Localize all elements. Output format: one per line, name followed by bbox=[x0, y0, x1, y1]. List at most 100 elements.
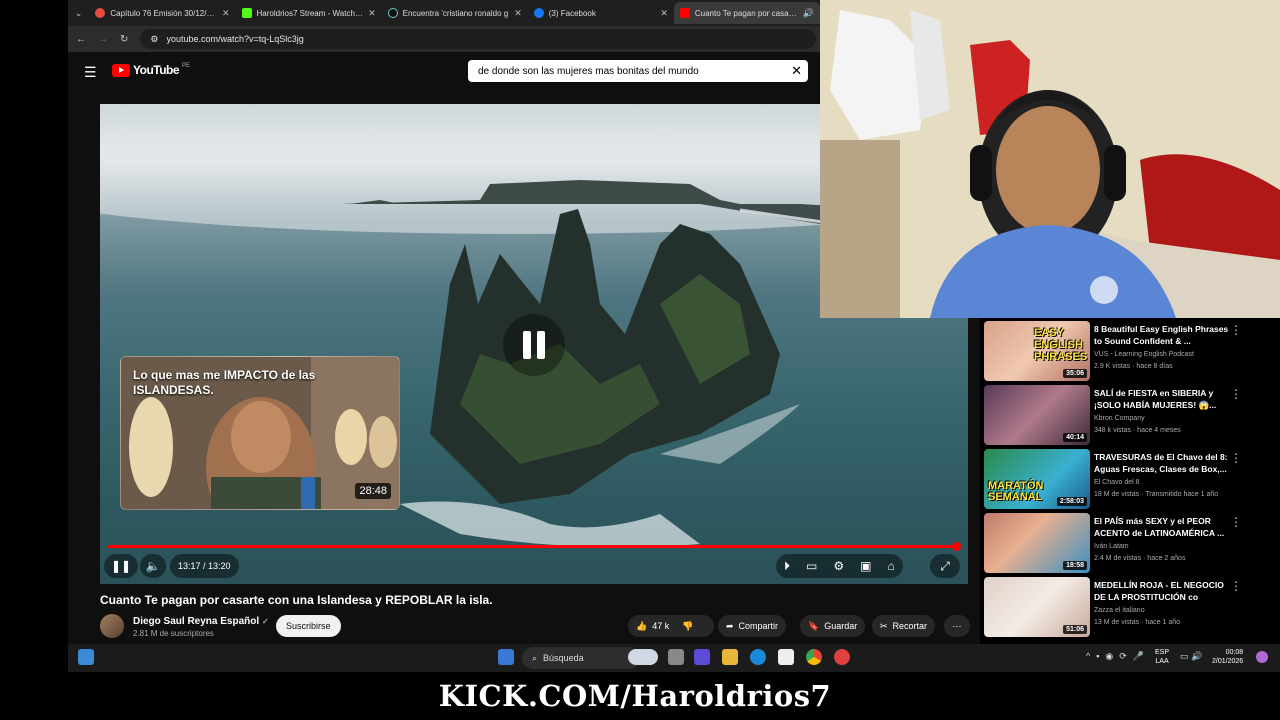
notification-icon[interactable] bbox=[1256, 651, 1268, 663]
tab-title: Haroldrios7 Stream - Watch Li bbox=[256, 8, 364, 18]
more-vertical-icon[interactable]: ⋮ bbox=[1230, 387, 1242, 401]
red-circle-icon bbox=[95, 8, 106, 18]
audio-icon[interactable]: 🔊 bbox=[803, 8, 814, 19]
browser-tab-active[interactable]: Cuanto Te pagan por casarte 🔊 bbox=[673, 2, 820, 24]
video-duration: 18:58 bbox=[1063, 561, 1087, 570]
taskbar-search-label: Búsqueda bbox=[543, 653, 584, 663]
forward-icon[interactable]: → bbox=[98, 34, 108, 45]
system-tray-icons[interactable]: ^▪◉⟳🎤 bbox=[1086, 651, 1150, 662]
network-volume-icons[interactable]: ▭ 🔊 bbox=[1180, 651, 1202, 662]
close-icon[interactable]: ✕ bbox=[368, 8, 376, 19]
recommendation-thumbnail[interactable]: 51:06 bbox=[984, 577, 1090, 637]
miniplayer-icon[interactable]: ▣ bbox=[860, 559, 871, 573]
browser-tab[interactable]: Capítulo 76 Emisión 30/12/202 ✕ bbox=[89, 2, 235, 24]
recommendation-thumbnail[interactable]: 18:58 bbox=[984, 513, 1090, 573]
youtube-logo[interactable]: YouTube PE bbox=[112, 63, 190, 77]
autoplay-toggle-icon[interactable]: ⏵ bbox=[784, 559, 790, 574]
pause-overlay-icon[interactable] bbox=[503, 314, 565, 376]
file-explorer-icon[interactable] bbox=[722, 649, 738, 665]
browser-address-bar: ← → ↻ ⚙ youtube.com/watch?v=tq-LqSlc3jg bbox=[68, 26, 820, 52]
like-button[interactable]: 👍 47 k bbox=[636, 621, 669, 632]
browser-tab[interactable]: (3) Facebook ✕ bbox=[528, 2, 674, 24]
recommendation-item[interactable]: 40:14 SALÍ de FIESTA en SIBERIA y ¡SOLO … bbox=[984, 385, 1280, 447]
kick-icon bbox=[241, 8, 252, 18]
close-icon[interactable]: ✕ bbox=[514, 8, 522, 19]
teams-icon[interactable] bbox=[694, 649, 710, 665]
more-vertical-icon[interactable]: ⋮ bbox=[1230, 451, 1242, 465]
share-button[interactable]: ➦ Compartir bbox=[718, 615, 787, 637]
clock[interactable]: 00:08 2/01/2026 bbox=[1212, 648, 1243, 666]
browser-tab-bar: ⌄ Capítulo 76 Emisión 30/12/202 ✕ Harold… bbox=[68, 0, 820, 26]
more-dots-icon: ⋯ bbox=[952, 620, 962, 631]
recommendation-item[interactable]: EASY ENGLISH PHRASES 35:06 8 Beautiful E… bbox=[984, 321, 1280, 383]
browser-tab[interactable]: Haroldrios7 Stream - Watch Li ✕ bbox=[236, 2, 382, 24]
dislike-button[interactable]: 👎 bbox=[682, 621, 693, 632]
verified-check-icon: ✓ bbox=[261, 617, 269, 626]
save-button[interactable]: 🔖 Guardar bbox=[800, 615, 866, 637]
reload-icon[interactable]: ↻ bbox=[120, 34, 128, 45]
more-vertical-icon[interactable]: ⋮ bbox=[1230, 323, 1242, 337]
clip-label: Recortar bbox=[892, 621, 928, 631]
chrome-icon[interactable] bbox=[806, 649, 822, 665]
store-icon[interactable] bbox=[778, 649, 794, 665]
channel-name[interactable]: Diego Saul Reyna Español ✓ bbox=[133, 616, 269, 627]
subscriber-count: 2.81 M de suscriptores bbox=[133, 629, 214, 638]
recommendation-meta: 2.4 M de vistas · hace 2 años bbox=[1094, 555, 1186, 562]
recommendation-thumbnail[interactable]: MARATÓN SEMANAL 2:58:03 bbox=[984, 449, 1090, 509]
windows-start-icon[interactable] bbox=[498, 649, 514, 665]
like-count: 47 k bbox=[652, 621, 670, 631]
youtube-icon bbox=[679, 8, 690, 18]
youtube-logo-text: YouTube bbox=[133, 63, 180, 77]
video-duration: 35:06 bbox=[1063, 369, 1087, 378]
search-input[interactable]: de donde son las mujeres mas bonitas del… bbox=[468, 60, 808, 82]
hamburger-menu-icon[interactable]: ☰ bbox=[84, 64, 97, 81]
lang-top: ESP bbox=[1155, 649, 1170, 656]
recommendation-channel: Zazza el italiano bbox=[1094, 607, 1145, 614]
recommendation-title: SALÍ de FIESTA en SIBERIA y ¡SOLO HABÍA … bbox=[1094, 388, 1217, 410]
recommendation-title: MEDELLÍN ROJA - EL NEGOCIO DE LA PROSTIT… bbox=[1094, 580, 1224, 602]
tab-title: Encuentra 'cristiano ronaldo g bbox=[402, 8, 509, 18]
thumbs-down-icon: 👎 bbox=[682, 620, 694, 631]
recommendation-thumbnail[interactable]: EASY ENGLISH PHRASES 35:06 bbox=[984, 321, 1090, 381]
browser-tab[interactable]: Encuentra 'cristiano ronaldo g ✕ bbox=[382, 2, 528, 24]
weather-icon[interactable] bbox=[628, 649, 658, 665]
cast-icon[interactable]: ⌂ bbox=[887, 559, 894, 573]
app-icon[interactable] bbox=[834, 649, 850, 665]
tab-search-chevron-icon[interactable]: ⌄ bbox=[68, 8, 89, 19]
fullscreen-button[interactable]: ⤢ bbox=[930, 554, 960, 578]
close-icon[interactable]: ✕ bbox=[791, 63, 802, 79]
like-dislike-group: 👍 47 k 👎 bbox=[628, 615, 714, 637]
volume-button[interactable]: 🔈 bbox=[140, 554, 166, 578]
site-info-icon[interactable]: ⚙ bbox=[150, 34, 158, 45]
recommendation-item[interactable]: MARATÓN SEMANAL 2:58:03 TRAVESURAS de El… bbox=[984, 449, 1280, 511]
url-field[interactable]: ⚙ youtube.com/watch?v=tq-LqSlc3jg bbox=[140, 29, 816, 49]
subtitles-icon[interactable]: ▭ bbox=[806, 559, 817, 573]
language-indicator[interactable]: ESP LAA bbox=[1155, 648, 1169, 666]
clip-button[interactable]: ✂ Recortar bbox=[872, 615, 936, 637]
volume-icon: 🔈 bbox=[145, 559, 161, 573]
more-vertical-icon[interactable]: ⋮ bbox=[1230, 515, 1242, 529]
settings-gear-icon[interactable]: ⚙ bbox=[833, 559, 844, 573]
more-vertical-icon[interactable]: ⋮ bbox=[1230, 579, 1242, 593]
back-icon[interactable]: ← bbox=[76, 34, 86, 45]
close-icon[interactable]: ✕ bbox=[660, 8, 668, 19]
progress-bar[interactable] bbox=[108, 542, 962, 551]
subscribe-button[interactable]: Suscribirse bbox=[276, 615, 341, 637]
clock-time: 00:08 bbox=[1225, 649, 1244, 656]
tab-title: Capítulo 76 Emisión 30/12/202 bbox=[110, 8, 217, 18]
close-icon[interactable]: ✕ bbox=[222, 8, 230, 19]
recommendation-thumbnail[interactable]: 40:14 bbox=[984, 385, 1090, 445]
recommendation-title: TRAVESURAS de El Chavo del 8: Aguas Fres… bbox=[1094, 452, 1228, 474]
task-view-icon[interactable] bbox=[668, 649, 684, 665]
search-icon: ⌕ bbox=[532, 652, 538, 663]
recommendation-item[interactable]: 18:58 El PAÍS más SEXY y el PEOR ACENTO … bbox=[984, 513, 1280, 575]
recommendation-item[interactable]: 51:06 MEDELLÍN ROJA - EL NEGOCIO DE LA P… bbox=[984, 577, 1280, 639]
more-actions-button[interactable]: ⋯ bbox=[944, 615, 970, 637]
taskbar-search[interactable]: ⌕ Búsqueda bbox=[522, 647, 640, 669]
endcard-video[interactable]: Lo que mas me IMPACTO de las ISLANDESAS.… bbox=[120, 356, 400, 510]
widgets-icon[interactable] bbox=[78, 649, 94, 665]
channel-avatar[interactable] bbox=[100, 614, 124, 638]
edge-icon[interactable] bbox=[750, 649, 766, 665]
right-controls: ⏵ ▭ ⚙ ▣ ⌂ bbox=[776, 554, 903, 578]
pause-button[interactable]: ❚❚ bbox=[104, 554, 138, 578]
